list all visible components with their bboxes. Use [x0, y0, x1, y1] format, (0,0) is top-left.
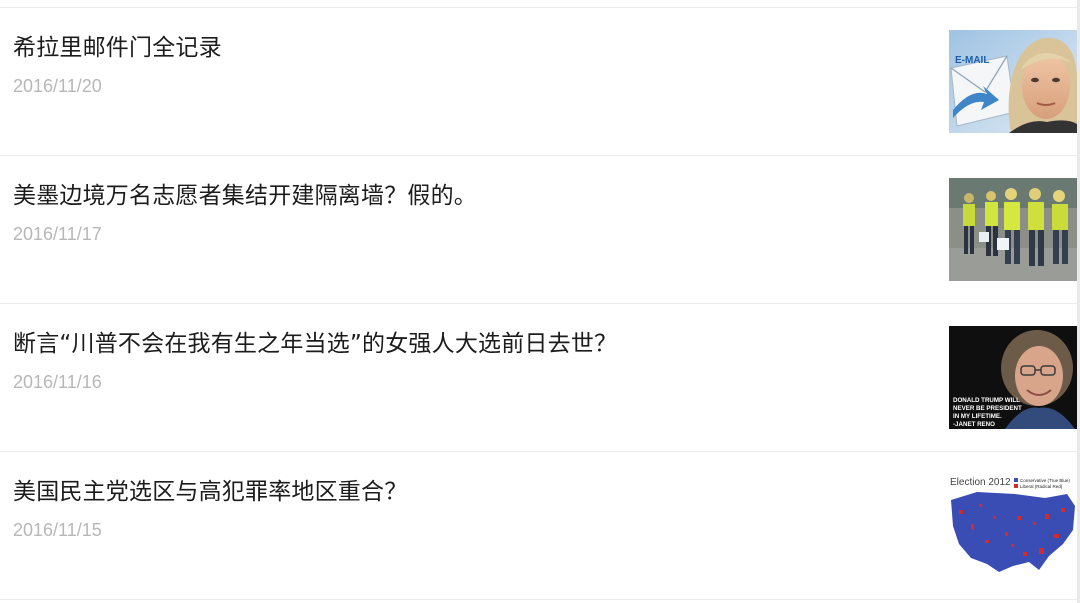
article-date: 2016/11/16: [13, 372, 102, 392]
article-title[interactable]: 断言“川普不会在我有生之年当选”的女强人大选前日去世？: [13, 328, 617, 360]
thumbnail-map-heading: Election 2012: [950, 477, 1011, 488]
article-thumbnail[interactable]: DONALD TRUMP WILL NEVER BE PRESIDENT IN …: [949, 326, 1077, 429]
thumbnail-email-text: E-MAIL: [955, 55, 989, 66]
article-thumbnail[interactable]: [949, 178, 1077, 281]
thumbnail-legend-conservative: Conservative (True Blue): [1020, 478, 1070, 483]
list-item[interactable]: 美墨边境万名志愿者集结开建隔离墙？假的。 2016/11/17: [0, 156, 1077, 304]
thumbnail-quote-line-3: IN MY LIFETIME.: [953, 413, 1002, 420]
article-date: 2016/11/15: [13, 520, 102, 540]
list-item[interactable]: 断言“川普不会在我有生之年当选”的女强人大选前日去世？ 2016/11/16 D…: [0, 304, 1077, 452]
article-title[interactable]: 美墨边境万名志愿者集结开建隔离墙？假的。: [13, 180, 477, 212]
article-thumbnail[interactable]: E-MAIL: [949, 30, 1077, 133]
list-item[interactable]: 美国民主党选区与高犯罪率地区重合？ 2016/11/15 Election 20…: [0, 452, 1077, 600]
thumbnail-quote-line-2: NEVER BE PRESIDENT: [953, 405, 1022, 412]
thumbnail-quote-line-1: DONALD TRUMP WILL: [953, 397, 1020, 404]
article-date: 2016/11/20: [13, 76, 102, 96]
article-title[interactable]: 希拉里邮件门全记录: [13, 32, 222, 64]
thumbnail-quote-line-4: -JANET RENO: [953, 421, 995, 428]
article-list: 希拉里邮件门全记录 2016/11/20 E-MAIL 美墨边境万名志愿者集结开…: [0, 7, 1077, 600]
article-title[interactable]: 美国民主党选区与高犯罪率地区重合？: [13, 476, 407, 508]
list-item[interactable]: 希拉里邮件门全记录 2016/11/20 E-MAIL: [0, 8, 1077, 156]
article-thumbnail[interactable]: Election 2012 Conservative (True Blue) L…: [949, 474, 1077, 577]
article-date: 2016/11/17: [13, 224, 102, 244]
thumbnail-legend-liberal: Liberal (Radical Red): [1020, 484, 1063, 489]
